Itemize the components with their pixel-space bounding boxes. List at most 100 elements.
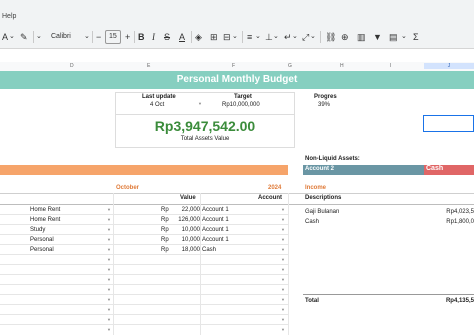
dropdown-arrow-icon[interactable]: ▼ <box>281 225 285 235</box>
chevron-down-icon[interactable]: ⌄ <box>232 31 238 43</box>
toolbar-divider <box>92 31 93 43</box>
expense-amount[interactable]: 126,000 <box>178 215 200 225</box>
insert-link-icon[interactable]: ⛓ <box>325 31 336 43</box>
filter-icon[interactable]: ▼ <box>373 31 382 43</box>
text-wrap-icon[interactable]: ↵ <box>284 31 292 43</box>
dropdown-arrow-icon[interactable]: ▼ <box>281 327 285 332</box>
dropdown-arrow-icon[interactable]: ▼ <box>281 215 285 225</box>
fill-color-icon[interactable]: ◈ <box>195 31 202 43</box>
dropdown-arrow-icon[interactable]: ▼ <box>107 215 111 225</box>
dropdown-arrow-icon[interactable]: ▼ <box>281 277 285 282</box>
dropdown-arrow-icon[interactable]: ▼ <box>107 205 111 215</box>
expense-account[interactable]: Account 1 <box>202 225 229 235</box>
borders-icon[interactable]: ⊞ <box>210 31 218 43</box>
expense-account[interactable]: Cash <box>202 245 216 255</box>
expense-amount[interactable]: 18,000 <box>182 245 200 255</box>
clear-format-icon[interactable]: ✎ <box>20 31 28 43</box>
grid-line <box>0 294 288 295</box>
chevron-down-icon[interactable]: ⌄ <box>401 31 407 43</box>
dropdown-arrow-icon[interactable]: ▼ <box>281 297 285 302</box>
dropdown-arrow-icon[interactable]: ▼ <box>281 267 285 272</box>
text-color-a-icon[interactable]: A <box>2 31 8 43</box>
expense-account[interactable]: Account 1 <box>202 205 229 215</box>
cash-label: Cash <box>426 165 444 172</box>
dropdown-arrow-icon[interactable]: ▼ <box>281 287 285 292</box>
column-header-g[interactable]: G <box>288 63 292 69</box>
chevron-down-icon[interactable]: ⌄ <box>255 31 261 43</box>
chevron-down-icon[interactable]: ⌄ <box>310 31 316 43</box>
dropdown-arrow-icon[interactable]: ▼ <box>107 225 111 235</box>
filter-views-icon[interactable]: ▤ <box>389 31 398 43</box>
dropdown-arrow-icon[interactable]: ▼ <box>107 327 111 332</box>
dropdown-arrow-icon[interactable]: ▼ <box>281 235 285 245</box>
dropdown-arrow-icon[interactable]: ▼ <box>281 257 285 262</box>
expense-row[interactable]: Personal ▼ Rp 18,000 Cash ▼ <box>0 245 288 255</box>
income-row[interactable]: Gaji Bulanan Rp4,023,5 <box>303 207 474 217</box>
column-header-i[interactable]: I <box>390 63 391 69</box>
expense-category[interactable]: Personal <box>30 245 54 255</box>
dropdown-arrow-icon[interactable]: ▼ <box>198 101 202 106</box>
increase-font-size-icon[interactable]: + <box>125 31 130 43</box>
dropdown-arrow-icon[interactable]: ▼ <box>107 267 111 272</box>
expense-row[interactable]: Home Rent ▼ Rp 22,000 Account 1 ▼ <box>0 205 288 215</box>
font-family-select[interactable]: Calibri <box>51 31 71 43</box>
merge-cells-icon[interactable]: ⊟ <box>223 31 231 43</box>
expense-row[interactable]: Home Rent ▼ Rp 126,000 Account 1 ▼ <box>0 215 288 225</box>
expense-amount[interactable]: 22,000 <box>182 205 200 215</box>
dropdown-arrow-icon[interactable]: ▼ <box>107 235 111 245</box>
column-header-j[interactable]: J <box>424 63 474 69</box>
horizontal-align-icon[interactable]: ≡ <box>247 31 252 43</box>
expense-amount[interactable]: 10,000 <box>182 225 200 235</box>
dropdown-arrow-icon[interactable]: ▼ <box>281 317 285 322</box>
income-row[interactable]: Cash Rp1,800,0 <box>303 217 474 227</box>
expense-account[interactable]: Account 1 <box>202 235 229 245</box>
column-header-h[interactable]: H <box>340 63 344 69</box>
dropdown-arrow-icon[interactable]: ▼ <box>107 257 111 262</box>
text-rotation-icon[interactable]: ⤢ <box>302 31 309 43</box>
dropdown-arrow-icon[interactable]: ▼ <box>107 297 111 302</box>
income-description[interactable]: Cash <box>305 217 319 227</box>
income-value[interactable]: Rp1,800,0 <box>446 217 474 227</box>
italic-icon[interactable]: I <box>152 31 155 43</box>
chevron-down-icon[interactable]: ⌄ <box>273 31 279 43</box>
expense-row[interactable]: Study ▼ Rp 10,000 Account 1 ▼ <box>0 225 288 235</box>
grid-line <box>288 193 289 335</box>
strikethrough-icon[interactable]: S <box>164 31 170 43</box>
decrease-font-size-icon[interactable]: − <box>96 31 101 43</box>
expense-category[interactable]: Home Rent <box>30 205 60 215</box>
insert-comment-icon[interactable]: ⊕ <box>341 31 349 43</box>
dropdown-arrow-icon[interactable]: ▼ <box>107 287 111 292</box>
dropdown-arrow-icon[interactable]: ▼ <box>107 317 111 322</box>
column-header-f[interactable]: F <box>232 63 235 69</box>
chevron-down-icon[interactable]: ⌄ <box>84 31 90 43</box>
vertical-align-icon[interactable]: ⊥ <box>265 31 273 43</box>
dropdown-arrow-icon[interactable]: ▼ <box>107 307 111 312</box>
dropdown-arrow-icon[interactable]: ▼ <box>107 245 111 255</box>
functions-icon[interactable]: Σ <box>413 31 419 43</box>
expense-category[interactable]: Personal <box>30 235 54 245</box>
dropdown-arrow-icon[interactable]: ▼ <box>281 245 285 255</box>
dropdown-arrow-icon[interactable]: ▼ <box>281 307 285 312</box>
column-header-d[interactable]: D <box>70 63 74 69</box>
chevron-down-icon[interactable]: ⌄ <box>9 31 15 43</box>
income-value[interactable]: Rp4,023,5 <box>446 207 474 217</box>
chevron-down-icon[interactable]: ⌄ <box>36 31 42 43</box>
dropdown-arrow-icon[interactable]: ▼ <box>107 277 111 282</box>
bold-icon[interactable]: B <box>138 31 145 43</box>
expense-amount[interactable]: 10,000 <box>182 235 200 245</box>
font-size-input[interactable]: 15 <box>105 30 121 44</box>
expense-category[interactable]: Home Rent <box>30 215 60 225</box>
text-color-icon[interactable]: A <box>179 31 185 43</box>
dropdown-arrow-icon[interactable]: ▼ <box>281 205 285 215</box>
expense-row[interactable]: Personal ▼ Rp 10,000 Account 1 ▼ <box>0 235 288 245</box>
menu-help[interactable]: Help <box>2 13 16 20</box>
income-description[interactable]: Gaji Bulanan <box>305 207 339 217</box>
expense-account[interactable]: Account 1 <box>202 215 229 225</box>
target-label: Target <box>234 94 252 100</box>
expense-category[interactable]: Study <box>30 225 45 235</box>
grid-line <box>0 274 288 275</box>
column-header-e[interactable]: E <box>147 63 150 69</box>
selected-cell[interactable] <box>423 115 474 132</box>
insert-chart-icon[interactable]: ▥ <box>357 31 366 43</box>
chevron-down-icon[interactable]: ⌄ <box>292 31 298 43</box>
